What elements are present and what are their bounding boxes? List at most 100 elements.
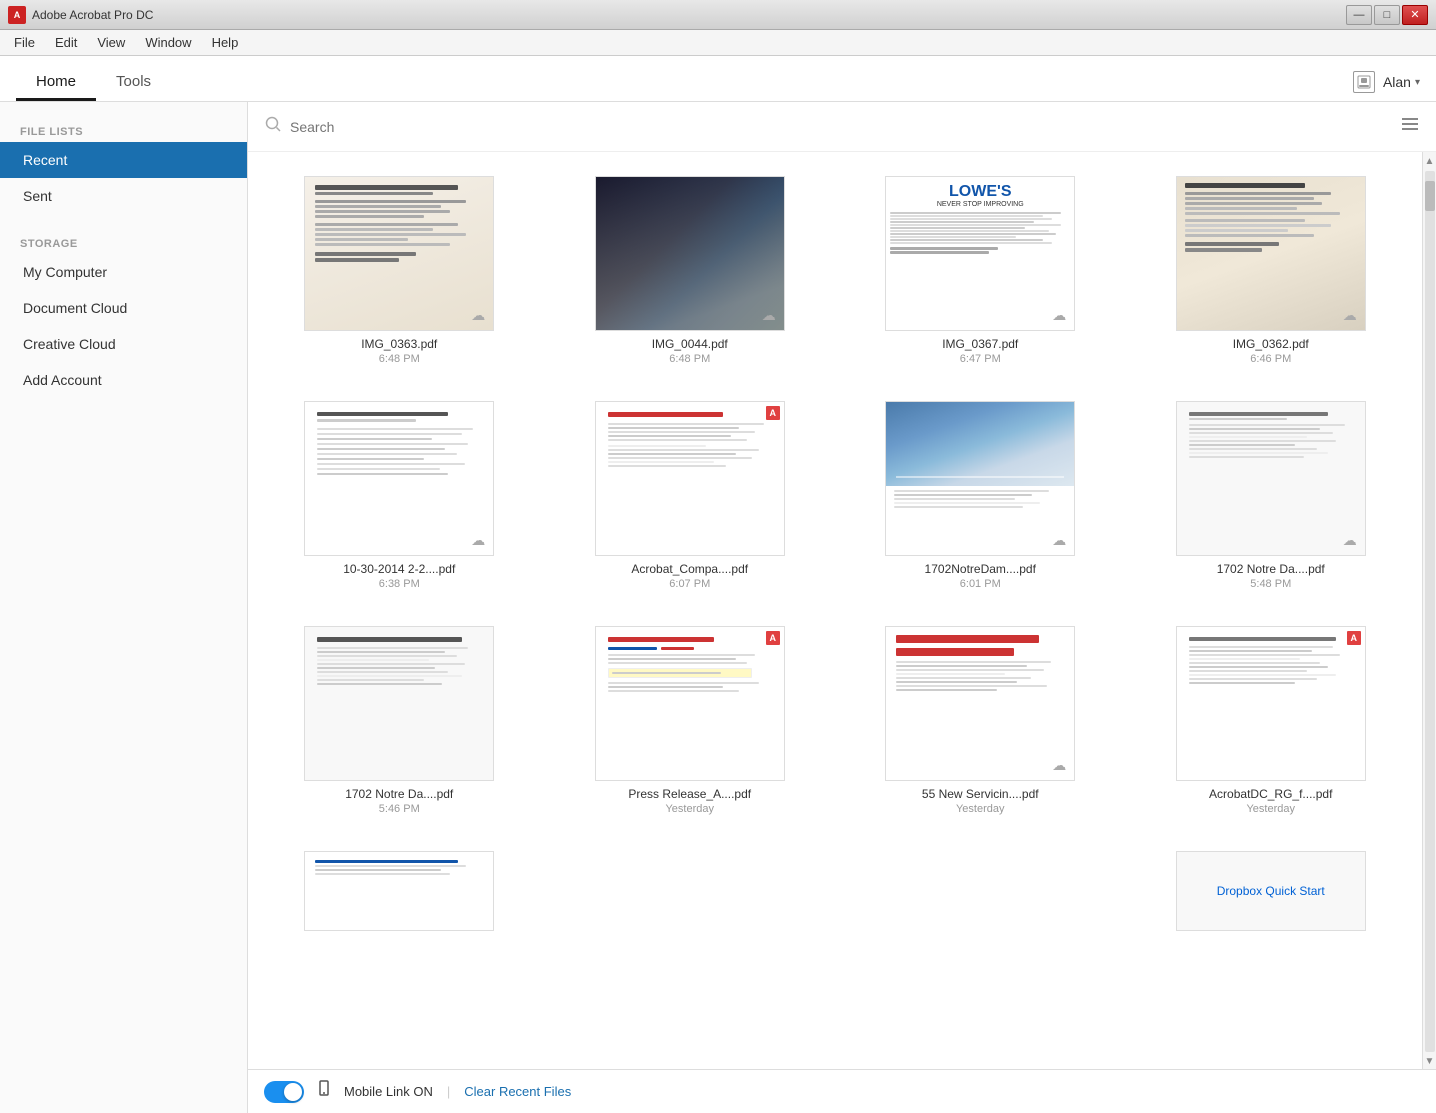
menu-view[interactable]: View (87, 32, 135, 53)
tab-bar-right: Alan ▾ (1353, 71, 1420, 101)
sidebar: FILE LISTS Recent Sent STORAGE My Comput… (0, 102, 248, 1113)
acrobat-icon: A (1347, 631, 1361, 645)
sidebar-item-document-cloud[interactable]: Document Cloud (0, 290, 247, 326)
menu-help[interactable]: Help (202, 32, 249, 53)
sidebar-item-sent[interactable]: Sent (0, 178, 247, 214)
acrobat-icon: A (766, 406, 780, 420)
file-item[interactable]: ☁ 55 New Servicin....pdf Yesterday (845, 618, 1116, 823)
file-thumbnail: ☁ (595, 176, 785, 331)
minimize-button[interactable]: — (1346, 5, 1372, 25)
mobile-link-label: Mobile Link ON (344, 1084, 433, 1099)
file-thumbnail (304, 626, 494, 781)
separator: | (447, 1084, 450, 1099)
file-name: Press Release_A....pdf (628, 787, 751, 801)
scroll-down-button[interactable]: ▼ (1423, 1054, 1436, 1069)
file-item[interactable]: 1702 Notre Da....pdf 5:46 PM (264, 618, 535, 823)
menu-window[interactable]: Window (135, 32, 201, 53)
file-name: 10-30-2014 2-2....pdf (343, 562, 455, 576)
file-item[interactable]: A AcrobatDC_RG_f....pdf Yesterday (1136, 618, 1407, 823)
scrollbar-track[interactable] (1425, 171, 1435, 1052)
file-item[interactable]: ☁ 1702 Notre Da....pdf 5:48 PM (1136, 393, 1407, 598)
file-time: 6:01 PM (960, 578, 1001, 590)
file-item[interactable]: ☁ IMG_0044.pdf 6:48 PM (555, 168, 826, 373)
file-name: IMG_0362.pdf (1233, 337, 1309, 351)
cloud-icon: ☁ (1343, 532, 1357, 549)
file-grid: ☁ IMG_0363.pdf 6:48 PM ☁ IMG_0 (264, 168, 1406, 959)
clear-recent-files-link[interactable]: Clear Recent Files (464, 1084, 571, 1099)
sidebar-item-creative-cloud[interactable]: Creative Cloud (0, 326, 247, 362)
toggle-thumb (284, 1083, 302, 1101)
file-time: Yesterday (956, 803, 1005, 815)
file-time: 6:46 PM (1250, 353, 1291, 365)
user-name: Alan (1383, 74, 1411, 90)
file-item[interactable]: ☁ 1702NotreDam....pdf 6:01 PM (845, 393, 1116, 598)
file-name: 1702 Notre Da....pdf (345, 787, 453, 801)
cloud-icon: ☁ (1343, 307, 1357, 324)
user-menu[interactable]: Alan ▾ (1383, 74, 1420, 90)
chevron-down-icon: ▾ (1415, 77, 1420, 88)
scrollbar-thumb[interactable] (1425, 181, 1435, 211)
scrollbar: ▲ ▼ (1422, 152, 1436, 1069)
sidebar-item-my-computer[interactable]: My Computer (0, 254, 247, 290)
tabs: Home Tools (16, 63, 171, 101)
file-thumbnail: ☁ (304, 176, 494, 331)
cloud-icon: ☁ (471, 532, 485, 549)
close-button[interactable]: ✕ (1402, 5, 1428, 25)
file-item[interactable]: A Press Release_A....pdf Yesterday (555, 618, 826, 823)
file-time: 5:46 PM (379, 803, 420, 815)
file-thumbnail: LOWE'S NEVER STOP IMPROVING (885, 176, 1075, 331)
file-name: 1702 Notre Da....pdf (1217, 562, 1325, 576)
tab-bar: Home Tools Alan ▾ (0, 56, 1436, 102)
main-layout: FILE LISTS Recent Sent STORAGE My Comput… (0, 102, 1436, 1113)
sidebar-item-recent[interactable]: Recent (0, 142, 247, 178)
search-icon (264, 115, 282, 138)
cloud-icon: ☁ (471, 307, 485, 324)
file-name: IMG_0044.pdf (652, 337, 728, 351)
window-controls: — □ ✕ (1346, 5, 1428, 25)
file-thumbnail: Dropbox Quick Start (1176, 851, 1366, 931)
menu-file[interactable]: File (4, 32, 45, 53)
file-item[interactable]: ☁ IMG_0362.pdf 6:46 PM (1136, 168, 1407, 373)
file-thumbnail: ☁ (304, 401, 494, 556)
file-name: IMG_0363.pdf (361, 337, 437, 351)
scroll-up-button[interactable]: ▲ (1423, 154, 1436, 169)
file-name: Acrobat_Compa....pdf (631, 562, 748, 576)
file-time: 6:07 PM (669, 578, 710, 590)
title-bar-left: A Adobe Acrobat Pro DC (8, 6, 153, 24)
file-time: 6:38 PM (379, 578, 420, 590)
bottom-bar: Mobile Link ON | Clear Recent Files (248, 1069, 1436, 1113)
file-grid-wrapper: ☁ IMG_0363.pdf 6:48 PM ☁ IMG_0 (248, 152, 1422, 1069)
file-thumbnail: ☁ (1176, 176, 1366, 331)
file-item-dropbox[interactable]: Dropbox Quick Start (1136, 843, 1407, 939)
tab-tools[interactable]: Tools (96, 63, 171, 101)
tab-home[interactable]: Home (16, 63, 96, 101)
restore-button[interactable]: □ (1374, 5, 1400, 25)
sidebar-item-add-account[interactable]: Add Account (0, 362, 247, 398)
file-name: 55 New Servicin....pdf (922, 787, 1039, 801)
file-time: Yesterday (665, 803, 714, 815)
file-thumbnail: A (1176, 626, 1366, 781)
search-input[interactable] (290, 119, 1400, 135)
menu-edit[interactable]: Edit (45, 32, 87, 53)
file-item[interactable]: ☁ IMG_0363.pdf 6:48 PM (264, 168, 535, 373)
sidebar-section-file-lists: FILE LISTS (0, 118, 247, 142)
view-toggle-button[interactable] (1400, 114, 1420, 139)
file-thumbnail: ☁ (885, 626, 1075, 781)
file-item[interactable]: LOWE'S NEVER STOP IMPROVING (845, 168, 1116, 373)
title-bar: A Adobe Acrobat Pro DC — □ ✕ (0, 0, 1436, 30)
app-title: Adobe Acrobat Pro DC (32, 8, 153, 22)
svg-text:A: A (14, 10, 21, 20)
file-item[interactable]: A Acrobat_Compa....pdf 6:07 PM (555, 393, 826, 598)
file-item[interactable] (264, 843, 535, 939)
mobile-link-toggle[interactable] (264, 1081, 304, 1103)
file-time: 6:47 PM (960, 353, 1001, 365)
file-time: 5:48 PM (1250, 578, 1291, 590)
user-icon (1353, 71, 1375, 93)
cloud-icon: ☁ (1052, 757, 1066, 774)
app-icon: A (8, 6, 26, 24)
file-name: IMG_0367.pdf (942, 337, 1018, 351)
sidebar-section-storage: STORAGE (0, 230, 247, 254)
cloud-icon: ☁ (1052, 307, 1066, 324)
file-item[interactable]: ☁ 10-30-2014 2-2....pdf 6:38 PM (264, 393, 535, 598)
file-thumbnail: ☁ (1176, 401, 1366, 556)
